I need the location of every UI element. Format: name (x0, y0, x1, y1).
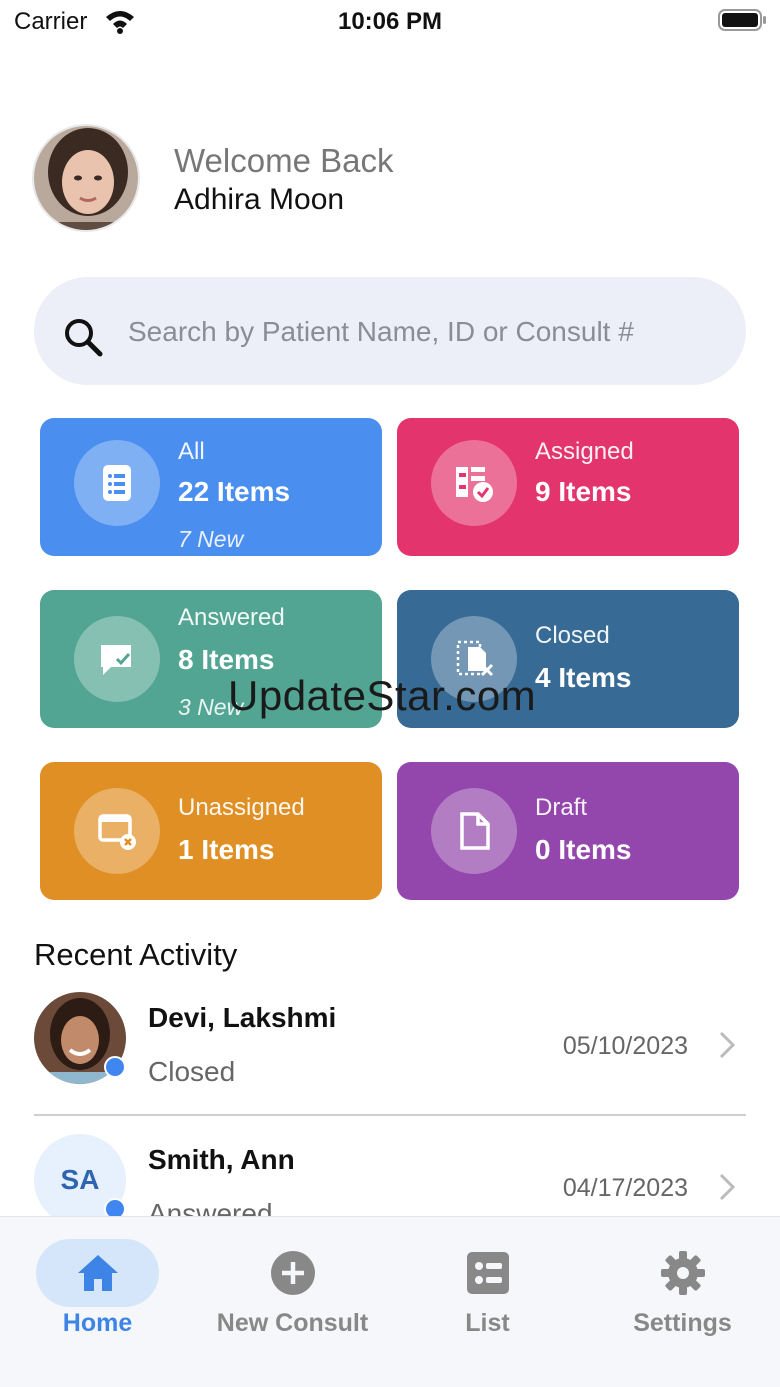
assigned-check-icon (431, 440, 517, 526)
tile-count: 0 Items (535, 834, 632, 865)
list-icon (74, 440, 160, 526)
tile-count: 9 Items (535, 476, 632, 507)
tab-label: New Consult (216, 1309, 369, 1337)
clock: 10:06 PM (337, 8, 443, 35)
search-icon[interactable] (62, 316, 104, 358)
patient-name: Smith, Ann (148, 1144, 295, 1175)
tile-label: Draft (535, 794, 588, 821)
chevron-right-icon (719, 1031, 736, 1059)
tile-new-count: 7 New (178, 526, 244, 552)
tile-draft[interactable]: Draft 0 Items (397, 762, 739, 900)
tab-settings[interactable]: Settings (585, 1239, 780, 1359)
tile-label: Unassigned (178, 794, 305, 821)
tab-label: Settings (633, 1309, 732, 1337)
patient-initials: SA (60, 1164, 100, 1195)
patient-name: Devi, Lakshmi (148, 1002, 337, 1033)
status-bar: Carrier 10:06 PM (0, 0, 780, 44)
gear-icon (661, 1251, 705, 1295)
status-dot (104, 1056, 126, 1078)
document-icon (431, 788, 517, 874)
home-icon (78, 1255, 118, 1291)
divider (34, 1114, 746, 1116)
chat-check-icon (74, 616, 160, 702)
battery-icon (718, 9, 766, 31)
window-x-icon (74, 788, 160, 874)
tab-label: Home (62, 1309, 133, 1337)
watermark-text: UpdateStar.com (228, 672, 537, 719)
user-name: Adhira Moon (174, 183, 345, 216)
tab-label: List (465, 1309, 510, 1337)
tile-count: 22 Items (178, 476, 291, 507)
welcome-text: Welcome Back (174, 142, 394, 179)
tile-label: Assigned (535, 438, 634, 465)
user-photo (34, 126, 138, 230)
chevron-right-icon (719, 1173, 736, 1201)
consult-status: Closed (148, 1056, 236, 1087)
search-input[interactable] (128, 300, 718, 364)
list-item[interactable]: Devi, Lakshmi Closed 05/10/2023 (34, 992, 746, 1112)
tile-assigned[interactable]: Assigned 9 Items (397, 418, 739, 556)
tab-bar: Home New Consult List Settings (0, 1216, 780, 1387)
list-box-icon (467, 1252, 509, 1294)
consult-date: 05/10/2023 (562, 1032, 688, 1060)
tab-new-consult[interactable]: New Consult (195, 1239, 390, 1359)
recent-activity-title: Recent Activity (34, 937, 238, 972)
tile-all[interactable]: All 22 Items 7 New (40, 418, 382, 556)
tab-home[interactable]: Home (0, 1239, 195, 1359)
user-avatar[interactable] (32, 124, 140, 232)
tile-unassigned[interactable]: Unassigned 1 Items (40, 762, 382, 900)
tile-count: 4 Items (535, 662, 632, 693)
tile-label: Answered (178, 604, 285, 631)
tile-label: All (178, 438, 205, 465)
tile-count: 1 Items (178, 834, 275, 865)
plus-circle-icon (271, 1251, 315, 1295)
tile-label: Closed (535, 622, 610, 649)
consult-date: 04/17/2023 (562, 1174, 688, 1202)
tab-list[interactable]: List (390, 1239, 585, 1359)
